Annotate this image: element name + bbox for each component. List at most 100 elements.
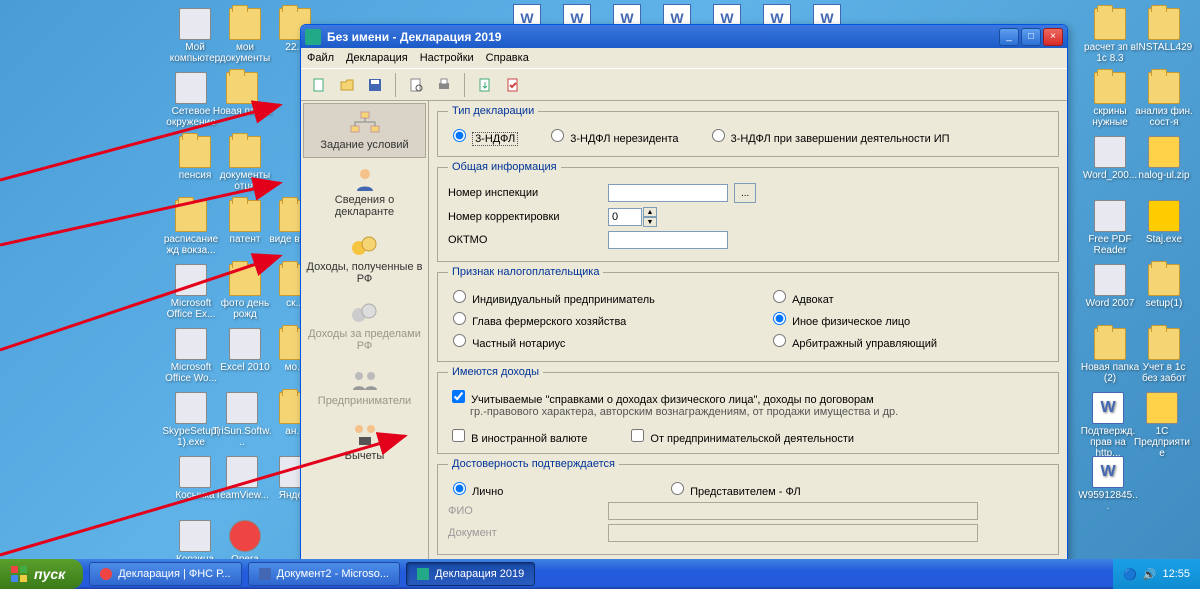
checkbox-entrepreneurial[interactable]: От предпринимательской деятельности [627, 426, 854, 445]
radio-3ndfl-ip-closure[interactable]: 3-НДФЛ при завершении деятельности ИП [707, 126, 950, 145]
input-inspection[interactable] [608, 184, 728, 202]
desktop-icon[interactable]: setup(1) [1134, 264, 1194, 309]
menu-declaration[interactable]: Декларация [346, 52, 408, 64]
tray-icon[interactable]: 🔵 [1123, 568, 1137, 581]
validate-button[interactable] [501, 73, 525, 97]
desktop-icon[interactable]: анализ фин. сост-я [1134, 72, 1194, 128]
app-icon [417, 568, 429, 580]
minimize-button[interactable]: _ [999, 28, 1019, 46]
print-button[interactable] [432, 73, 456, 97]
sidebar-item-income-foreign[interactable]: Доходы за пределами РФ [303, 292, 426, 359]
sidebar-item-label: Доходы, полученные в РФ [307, 261, 423, 285]
desktop-icon[interactable]: TriSun.Softw... [212, 392, 272, 448]
desktop-icon[interactable]: расписание жд вокза... [161, 200, 221, 256]
toolbar [301, 68, 1067, 101]
browse-inspection-button[interactable]: ... [734, 183, 756, 203]
sidebar: Задание условий Сведения о декларанте До… [301, 101, 429, 563]
desktop-icon[interactable]: документы отца [215, 136, 275, 192]
checkbox-income-certificates[interactable]: Учитываемые "справками о доходах физичес… [448, 394, 874, 406]
spin-up[interactable]: ▲ [643, 207, 657, 217]
group-income-present: Имеются доходы Учитываемые "справками о … [437, 366, 1059, 454]
taskbar-task[interactable]: Декларация 2019 [406, 562, 535, 586]
tray-icon[interactable]: 🔊 [1143, 568, 1157, 581]
input-oktmo[interactable] [608, 231, 728, 249]
taskbar: пуск Декларация | ФНС Р... Документ2 - M… [0, 559, 1200, 589]
menu-settings[interactable]: Настройки [420, 52, 474, 64]
group-taxpayer-type: Признак налогоплательщика Индивидуальный… [437, 266, 1059, 362]
taskbar-task[interactable]: Документ2 - Microso... [248, 562, 400, 586]
group-declaration-type: Тип декларации 3-НДФЛ 3-НДФЛ нерезидента… [437, 105, 1059, 157]
menu-file[interactable]: Файл [307, 52, 334, 64]
preview-button[interactable] [404, 73, 428, 97]
checkbox-subtext: гр.-правового характера, авторским возна… [470, 406, 1048, 420]
start-button[interactable]: пуск [0, 559, 83, 589]
checkbox-foreign-currency[interactable]: В иностранной валюте [448, 426, 587, 445]
radio-tp-notary[interactable]: Частный нотариус [448, 331, 565, 350]
sidebar-item-deductions[interactable]: Вычеты [303, 414, 426, 469]
desktop-icon[interactable]: Учет в 1с без забот [1134, 328, 1194, 384]
label-oktmo: ОКТМО [448, 234, 608, 246]
main-panel: Тип декларации 3-НДФЛ 3-НДФЛ нерезидента… [429, 101, 1067, 563]
sidebar-item-label: Сведения о декларанте [335, 194, 394, 218]
close-button[interactable]: × [1043, 28, 1063, 46]
desktop-icon[interactable]: Word 2007 [1080, 264, 1140, 309]
desktop-icon[interactable]: Word_200... [1080, 136, 1140, 181]
sidebar-item-declarant[interactable]: Сведения о декларанте [303, 158, 426, 225]
label-document: Документ [448, 527, 608, 539]
desktop-icon[interactable]: Microsoft Office Wo... [161, 328, 221, 384]
desktop-icon[interactable]: Подтвержд. прав на http... [1078, 392, 1138, 459]
radio-tp-farmer[interactable]: Глава фермерского хозяйства [448, 309, 626, 328]
menu-help[interactable]: Справка [486, 52, 529, 64]
browser-icon [100, 568, 112, 580]
desktop-icon[interactable]: Free PDF Reader [1080, 200, 1140, 256]
desktop-icon[interactable]: Новая папка [212, 72, 272, 117]
desktop-icon[interactable]: скрины нужные [1080, 72, 1140, 128]
radio-3ndfl-nonresident[interactable]: 3-НДФЛ нерезидента [546, 126, 678, 145]
open-button[interactable] [335, 73, 359, 97]
group-title: Общая информация [448, 161, 561, 173]
desktop-icon[interactable]: nalog-ul.zip [1134, 136, 1194, 181]
input-document [608, 524, 978, 542]
sidebar-item-label: Вычеты [345, 450, 385, 462]
input-correction[interactable] [608, 208, 642, 226]
system-tray[interactable]: 🔵 🔊 12:55 [1113, 559, 1200, 589]
maximize-button[interactable]: □ [1021, 28, 1041, 46]
radio-3ndfl[interactable]: 3-НДФЛ [448, 126, 518, 145]
desktop-icon[interactable]: Microsoft Office Ex... [161, 264, 221, 320]
taskbar-task[interactable]: Декларация | ФНС Р... [89, 562, 241, 586]
radio-tp-ip[interactable]: Индивидуальный предприниматель [448, 287, 655, 306]
desktop-icon[interactable]: INSTALL429 [1134, 8, 1194, 53]
label-inspection: Номер инспекции [448, 187, 608, 199]
group-title: Имеются доходы [448, 366, 543, 378]
spin-down[interactable]: ▼ [643, 217, 657, 227]
radio-tp-arbitration[interactable]: Арбитражный управляющий [768, 331, 937, 350]
radio-tp-other[interactable]: Иное физическое лицо [768, 309, 910, 328]
radio-tp-lawyer[interactable]: Адвокат [768, 287, 834, 306]
menubar: Файл Декларация Настройки Справка [301, 48, 1067, 68]
save-button[interactable] [363, 73, 387, 97]
sidebar-item-entrepreneurs[interactable]: Предприниматели [303, 359, 426, 414]
new-button[interactable] [307, 73, 331, 97]
input-fio [608, 502, 978, 520]
desktop-icon[interactable]: TeamView... [212, 456, 272, 501]
titlebar[interactable]: Без имени - Декларация 2019 _ □ × [301, 25, 1067, 48]
sidebar-item-label: Задание условий [320, 139, 408, 151]
radio-confirm-representative[interactable]: Представителем - ФЛ [666, 479, 801, 498]
desktop-icon[interactable]: Новая папка (2) [1080, 328, 1140, 384]
sidebar-item-income-rf[interactable]: Доходы, полученные в РФ [303, 225, 426, 292]
group-title: Признак налогоплательщика [448, 266, 603, 278]
windows-logo-icon [10, 565, 28, 583]
group-title: Достоверность подтверждается [448, 458, 619, 470]
radio-confirm-personally[interactable]: Лично [448, 479, 638, 498]
sidebar-item-conditions[interactable]: Задание условий [303, 103, 426, 158]
desktop-icon[interactable]: 1С Предприятие [1132, 392, 1192, 459]
clock: 12:55 [1162, 568, 1190, 580]
export-button[interactable] [473, 73, 497, 97]
desktop-icon[interactable]: W95912845... [1078, 456, 1138, 512]
desktop-icon[interactable]: Staj.exe [1134, 200, 1194, 245]
window-title: Без имени - Декларация 2019 [327, 30, 999, 44]
group-title: Тип декларации [448, 105, 538, 117]
group-general-info: Общая информация Номер инспекции ... Ном… [437, 161, 1059, 262]
desktop-icon[interactable]: расчет зп в 1с 8.3 [1080, 8, 1140, 64]
group-confirmation: Достоверность подтверждается Лично Предс… [437, 458, 1059, 555]
